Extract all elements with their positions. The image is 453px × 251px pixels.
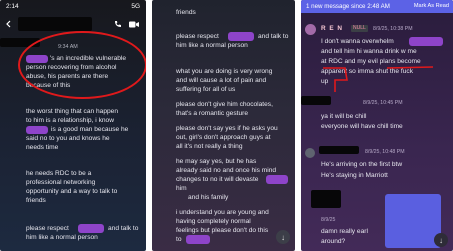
screenshot-panel-2: friends please respect and talk to him l… (152, 0, 295, 251)
message-timestamp: 8/9/25, 10:45 PM (363, 100, 403, 106)
message-line: He's arriving on the first btw (321, 161, 403, 168)
redacted-block (311, 190, 341, 208)
message-line: to him is a relationship, i know (26, 117, 114, 124)
message-line: i understand you are young and (176, 209, 269, 216)
user-avatar-icon[interactable] (305, 148, 315, 158)
message-line: ya it will be chill (321, 113, 367, 120)
message-line: and talk to (108, 225, 139, 232)
message-line: to (176, 236, 182, 243)
message-line: is a good man because he (51, 126, 129, 133)
message-line: he needs RDC to be a (26, 170, 92, 177)
message-timestamp: 8/9/25, 10:48 PM (365, 149, 405, 155)
message-line: He's staying in Marriott (321, 172, 388, 179)
message-line: friends (176, 9, 196, 16)
message-line: out, girl's don't approach guys at (176, 134, 271, 141)
redacted-image (385, 194, 441, 248)
message-line: all it's not really a thing (176, 143, 243, 150)
message-line: suffering for all of us (176, 86, 236, 93)
redacted-name (78, 224, 104, 233)
redacted-name (409, 37, 443, 46)
video-call-icon[interactable] (128, 19, 140, 29)
mark-as-read-link[interactable]: Mark As Read (414, 0, 449, 13)
scroll-down-icon[interactable]: ↓ (276, 230, 290, 244)
redacted-contact-name (18, 17, 92, 31)
message-line: damn really earl (321, 228, 368, 235)
avatar[interactable] (305, 24, 316, 35)
screenshot-panel-3: 1 new message since 2:48 AM Mark As Read… (301, 0, 453, 251)
scroll-down-icon[interactable]: ↓ (434, 233, 448, 247)
message-line: him (176, 185, 187, 192)
call-icon[interactable] (113, 19, 123, 29)
message-line: opportunity and a way to talk to (26, 188, 118, 195)
message-line: everyone will have chill time (321, 123, 403, 130)
message-line: friends (26, 197, 46, 204)
redacted-block (301, 96, 331, 105)
message-timestamp: 8/9/25 (321, 217, 336, 223)
status-time: 2:14 (6, 3, 19, 10)
red-underline-annotation (323, 66, 434, 92)
message-line: the worst thing that can happen (26, 108, 119, 115)
message-line: he may say yes, but he has (176, 158, 257, 165)
message-line: and his family (188, 194, 229, 201)
message-line: please respect (26, 225, 69, 232)
message-line: having completely normal (176, 218, 251, 225)
status-signal: 5G (131, 3, 140, 10)
redacted-name (266, 175, 288, 184)
message-line: professional networking (26, 179, 96, 186)
message-line: and talk to (258, 33, 289, 40)
message-line: already said no and once his mind (176, 167, 277, 174)
redacted-name (26, 126, 48, 134)
message-line: please don't say yes if he asks you (176, 125, 278, 132)
message-line: and will cause a lot of pain and (176, 77, 267, 84)
redacted-name (228, 32, 254, 41)
message-line: needs time (26, 144, 59, 151)
message-line: said no to you and knows he (26, 135, 110, 142)
message-line: please don't give him chocolates, (176, 101, 273, 108)
screenshot-panel-1: 2:14 5G 9:34 AM 's an incredible vulnera… (0, 0, 146, 251)
message-line: please respect (176, 33, 219, 40)
banner-text: 1 new message since 2:48 AM (306, 3, 390, 10)
back-arrow-icon[interactable] (4, 19, 14, 29)
red-highlight-circle (18, 31, 146, 99)
redacted-name (186, 235, 210, 244)
message-timestamp: 8/9/25, 10:38 PM (373, 26, 413, 32)
redacted-block (319, 146, 359, 154)
message-line: what you are doing is very wrong (176, 68, 273, 75)
role-badge: NULL (351, 25, 368, 32)
message-line: him like a normal person (26, 234, 98, 241)
username[interactable]: R E N (321, 25, 343, 32)
message-line: changes to no it will devaste (176, 176, 259, 183)
message-line: around? (321, 238, 346, 245)
message-line: that's a romantic gesture (176, 110, 248, 117)
message-line: him like a normal person (176, 42, 248, 49)
new-message-banner[interactable]: 1 new message since 2:48 AM Mark As Read (301, 0, 453, 13)
